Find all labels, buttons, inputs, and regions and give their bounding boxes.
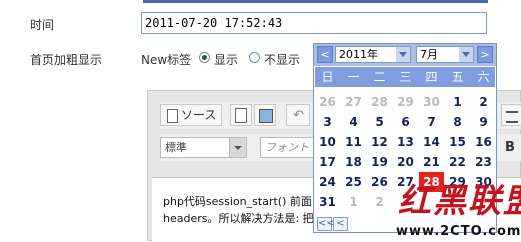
undo-button[interactable]: ↶	[286, 104, 310, 126]
calendar-day[interactable]: 13	[393, 132, 418, 152]
content-line-2: headers。所以解决方法是: 把	[163, 212, 314, 225]
weekday-label: 四	[425, 70, 438, 84]
year-select-value: 2011年	[339, 48, 378, 61]
calendar-day[interactable]: 16	[471, 132, 496, 152]
calendar-day[interactable]: 26	[367, 172, 392, 192]
chevron-down-icon	[229, 138, 246, 157]
time-label: 时间	[30, 18, 55, 32]
font-combo[interactable]: フォント	[260, 137, 319, 158]
chevron-right-icon: >	[480, 48, 490, 61]
calendar-day[interactable]: 25	[341, 172, 366, 192]
weekday-label: 一	[347, 70, 360, 84]
calendar-day[interactable]: 5	[367, 112, 392, 132]
chevron-down-icon	[396, 47, 410, 62]
calendar-day[interactable]: 22	[445, 152, 470, 172]
calendar-day[interactable]: 20	[393, 152, 418, 172]
new-tag-label: New标签	[141, 53, 192, 67]
calendar-day-other-month[interactable]: 1	[341, 192, 366, 212]
bold-button[interactable]: B	[500, 139, 520, 157]
chevron-down-icon	[459, 47, 473, 62]
prev-year-button[interactable]: <<	[317, 217, 335, 231]
hide-label: 不显示	[264, 53, 301, 67]
watermark-url: www.2CTO.com	[396, 224, 521, 239]
style-combo[interactable]: 標準	[160, 137, 247, 158]
weekday-label: 五	[451, 70, 464, 84]
style-combo-value: 標準	[165, 141, 187, 154]
calendar-day[interactable]: 19	[367, 152, 392, 172]
calendar-day[interactable]: 4	[341, 112, 366, 132]
calendar-day[interactable]: 11	[341, 132, 366, 152]
top-border	[143, 0, 488, 3]
calendar-day[interactable]: 8	[445, 112, 470, 132]
calendar-day-other-month[interactable]: 27	[341, 92, 366, 112]
calendar-day[interactable]: 2	[471, 92, 496, 112]
weekday-label: 六	[477, 70, 490, 84]
watermark-logo: 红黑联盟	[398, 181, 521, 220]
chevron-left-icon: <	[336, 218, 345, 229]
calendar-day-other-month[interactable]: 26	[315, 92, 340, 112]
year-select[interactable]: 2011年	[335, 46, 411, 63]
calendar-day[interactable]: 31	[315, 192, 340, 212]
next-month-button[interactable]: >	[477, 46, 493, 63]
calendar-day[interactable]: 15	[445, 132, 470, 152]
calendar-day[interactable]: 3	[315, 112, 340, 132]
chevron-left-icon: <	[320, 48, 330, 61]
weekday-label: 三	[399, 70, 412, 84]
template-button[interactable]	[254, 104, 276, 126]
document-icon	[167, 109, 178, 123]
calendar-day[interactable]: 7	[419, 112, 444, 132]
calendar-day-other-month[interactable]: 29	[393, 92, 418, 112]
calendar-day[interactable]: 10	[315, 132, 340, 152]
undo-icon: ↶	[293, 108, 304, 123]
calendar-day[interactable]: 14	[419, 132, 444, 152]
calendar-day-other-month[interactable]: 30	[419, 92, 444, 112]
bold-icon: B	[505, 140, 515, 155]
justify-icon	[506, 111, 518, 123]
calendar-day[interactable]: 24	[315, 172, 340, 192]
calendar-day[interactable]: 12	[367, 132, 392, 152]
content-line-1: php代码session_start() 前面	[163, 195, 312, 208]
prev-button[interactable]: <	[333, 217, 348, 231]
month-select-value: 7月	[420, 48, 438, 61]
prev-month-button[interactable]: <	[317, 46, 333, 63]
calendar-day[interactable]: 6	[393, 112, 418, 132]
month-select[interactable]: 7月	[416, 46, 474, 63]
source-button-label: ソース	[181, 108, 217, 122]
hide-radio[interactable]	[249, 52, 260, 63]
calendar-day[interactable]: 23	[471, 152, 496, 172]
justify-button[interactable]	[501, 104, 521, 126]
preview-button[interactable]	[230, 104, 252, 126]
calendar-day[interactable]: 9	[471, 112, 496, 132]
calendar-day-other-month[interactable]: 2	[367, 192, 392, 212]
weekday-header: 日 一 二 三 四 五 六	[315, 67, 495, 87]
weekday-label: 日	[321, 70, 334, 84]
bold-display-label: 首页加粗显示	[30, 53, 103, 67]
time-input[interactable]: 2011-07-20 17:52:43	[141, 12, 487, 34]
show-label: 显示	[214, 53, 239, 67]
calendar-day[interactable]: 21	[419, 152, 444, 172]
font-combo-placeholder: フォント	[265, 141, 309, 154]
calendar-day-other-month[interactable]: 28	[367, 92, 392, 112]
calendar-day[interactable]: 1	[445, 92, 470, 112]
calendar-day[interactable]: 17	[315, 152, 340, 172]
template-icon	[259, 109, 273, 123]
preview-icon	[235, 108, 247, 123]
calendar-day[interactable]: 18	[341, 152, 366, 172]
weekday-label: 二	[373, 70, 386, 84]
source-button[interactable]: ソース	[160, 104, 222, 126]
show-radio[interactable]	[199, 52, 210, 63]
